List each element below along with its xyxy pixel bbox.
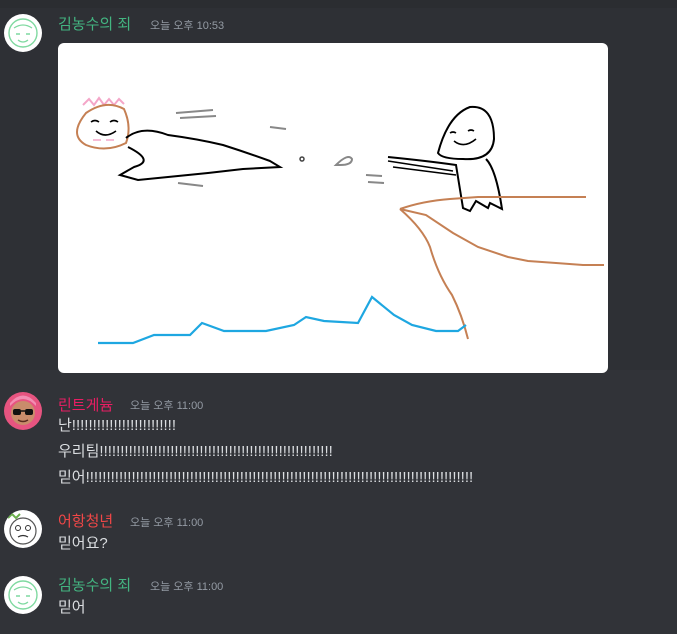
message-3: 어항청년 오늘 오후 11:00 믿어요? bbox=[0, 500, 677, 564]
top-bar bbox=[0, 0, 677, 8]
author-name[interactable]: 어항청년 bbox=[58, 510, 113, 531]
green-face-icon bbox=[8, 18, 38, 48]
message-2: 린트게늄 오늘 오후 11:00 난!!!!!!!!!!!!!!!!!!!!!!… bbox=[0, 382, 677, 490]
message-text: 믿어!!!!!!!!!!!!!!!!!!!!!!!!!!!!!!!!!!!!!!… bbox=[58, 469, 474, 486]
message-text: 믿어 bbox=[58, 599, 86, 616]
timestamp: 오늘 오후 10:53 bbox=[150, 20, 225, 32]
timestamp: 오늘 오후 11:00 bbox=[150, 581, 224, 593]
avatar[interactable] bbox=[4, 576, 42, 614]
drawing-image[interactable] bbox=[58, 43, 608, 373]
green-face-icon bbox=[8, 580, 38, 610]
timestamp: 오늘 오후 11:00 bbox=[130, 400, 204, 412]
author-name[interactable]: 린트게늄 bbox=[58, 394, 113, 415]
avatar[interactable] bbox=[4, 510, 42, 548]
timestamp: 오늘 오후 11:00 bbox=[130, 517, 204, 529]
message-text: 우리팀!!!!!!!!!!!!!!!!!!!!!!!!!!!!!!!!!!!!!… bbox=[58, 443, 333, 460]
doodle-face-icon bbox=[7, 512, 37, 545]
message-1: 김농수의 죄 오늘 오후 10:53 bbox=[0, 8, 677, 373]
author-name[interactable]: 김농수의 죄 bbox=[58, 13, 131, 34]
avatar[interactable] bbox=[4, 392, 42, 430]
message-text: 난!!!!!!!!!!!!!!!!!!!!!!!!! bbox=[58, 417, 176, 434]
message-text: 믿어요? bbox=[58, 535, 108, 552]
doodle-drawing bbox=[76, 96, 604, 345]
avatar[interactable] bbox=[4, 14, 42, 52]
sunglasses-face-icon bbox=[10, 395, 36, 425]
author-name[interactable]: 김농수의 죄 bbox=[58, 574, 131, 595]
message-4: 김농수의 죄 오늘 오후 11:00 믿어 bbox=[0, 566, 677, 634]
